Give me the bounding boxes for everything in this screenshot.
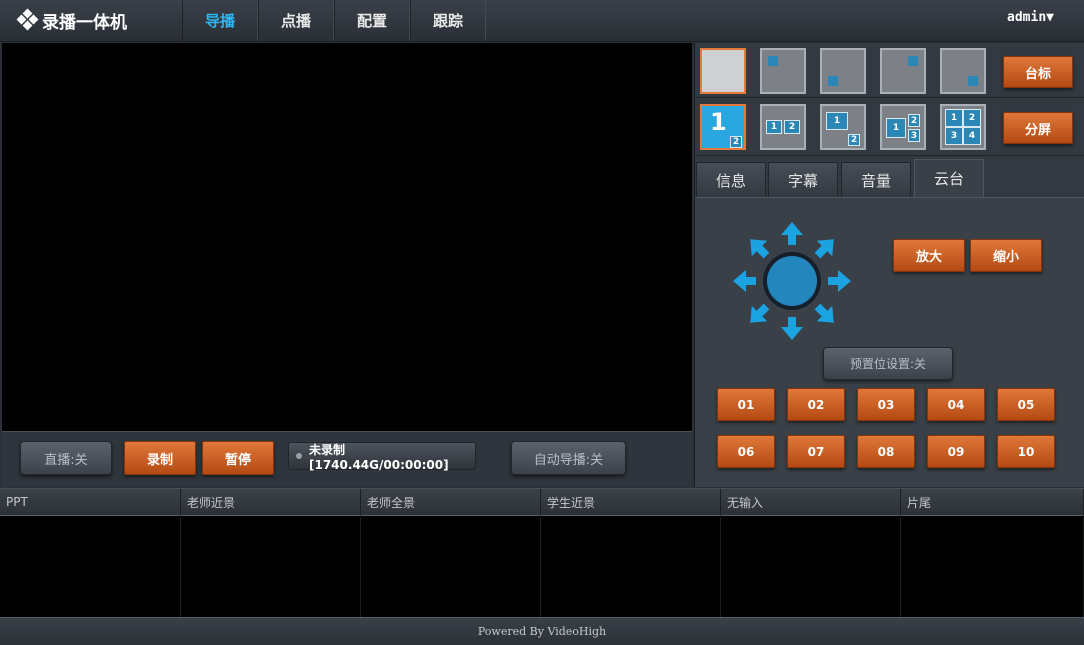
record-status: 未录制[1740.44G/00:00:00] [288, 442, 476, 472]
preset-05-button[interactable]: 05 [997, 388, 1055, 421]
split-number: 2 [908, 114, 920, 127]
position-marker-icon [968, 76, 978, 86]
ptz-tab-panel: 放大 缩小 预置位设置:关 01 02 03 04 05 06 07 08 09… [695, 197, 1084, 487]
channel-header-teacher-wide: 老师全景 [361, 489, 541, 516]
ptz-left-arrow-icon[interactable] [733, 270, 756, 292]
split-number: 2 [848, 134, 860, 146]
user-menu[interactable]: admin▼ [1007, 10, 1054, 25]
split-number: 1 [766, 120, 782, 134]
preset-09-button[interactable]: 09 [927, 435, 985, 468]
ptz-down-left-arrow-icon[interactable] [743, 299, 775, 331]
tab-volume[interactable]: 音量 [841, 162, 911, 197]
tab-subtitle[interactable]: 字幕 [768, 162, 838, 197]
footer: Powered By VideoHigh [0, 617, 1084, 645]
tab-ptz[interactable]: 云台 [914, 159, 984, 197]
channel-preview-teacher-wide[interactable] [361, 517, 541, 618]
layout-bottom-right[interactable] [940, 48, 986, 94]
split-pip[interactable]: 1 2 [820, 104, 866, 150]
nav-vod[interactable]: 点播 [258, 0, 334, 41]
live-toggle-button[interactable]: 直播:关 [20, 441, 112, 475]
split-single[interactable]: 1 2 [700, 104, 746, 150]
channel-preview-student-close[interactable] [541, 517, 721, 618]
preset-07-button[interactable]: 07 [787, 435, 845, 468]
layout-top-left[interactable] [760, 48, 806, 94]
split-two[interactable]: 1 2 [760, 104, 806, 150]
channel-preview-ending[interactable] [901, 517, 1084, 618]
preset-06-button[interactable]: 06 [717, 435, 775, 468]
position-marker-icon [828, 76, 838, 86]
position-marker-icon [768, 56, 778, 66]
split-main-number: 1 [710, 108, 727, 136]
preset-10-button[interactable]: 10 [997, 435, 1055, 468]
header: 录播一体机 导播 点播 配置 跟踪 admin▼ [0, 0, 1084, 42]
channel-preview-ppt[interactable] [0, 517, 181, 618]
app-logo: 录播一体机 [16, 8, 127, 33]
layout-top-right[interactable] [880, 48, 926, 94]
diamond-logo-icon [16, 8, 39, 31]
layout-bottom-left[interactable] [820, 48, 866, 94]
split-three[interactable]: 1 2 3 [880, 104, 926, 150]
right-panel: 台标 1 2 1 2 1 2 1 2 3 1 2 3 4 分屏 放大 缩小 预置… [694, 43, 1084, 487]
channel-header-ending: 片尾 [901, 489, 1084, 516]
nav-tracking[interactable]: 跟踪 [410, 0, 486, 41]
preset-08-button[interactable]: 08 [857, 435, 915, 468]
ptz-joystick [733, 222, 851, 340]
channel-preview-no-input[interactable] [721, 517, 901, 618]
pause-button[interactable]: 暂停 [202, 441, 274, 475]
zoom-out-button[interactable]: 缩小 [970, 239, 1042, 272]
record-button[interactable]: 录制 [124, 441, 196, 475]
video-preview [2, 43, 692, 431]
preset-01-button[interactable]: 01 [717, 388, 775, 421]
ptz-right-arrow-icon[interactable] [828, 270, 851, 292]
logo-button[interactable]: 台标 [1003, 56, 1073, 88]
channel-header-student-close: 学生近景 [541, 489, 721, 516]
nav-config[interactable]: 配置 [334, 0, 410, 41]
split-number: 1 [826, 112, 848, 130]
ptz-up-left-arrow-icon[interactable] [743, 232, 775, 264]
ptz-up-right-arrow-icon[interactable] [810, 232, 842, 264]
split-number: 2 [963, 109, 981, 127]
preset-04-button[interactable]: 04 [927, 388, 985, 421]
divider [695, 97, 1084, 98]
app-title: 录播一体机 [42, 12, 127, 33]
split-number: 3 [945, 127, 963, 145]
tab-info[interactable]: 信息 [696, 162, 766, 197]
split-sub-number: 2 [730, 136, 742, 148]
preset-03-button[interactable]: 03 [857, 388, 915, 421]
channel-strip: PPT 老师近景 老师全景 学生近景 无输入 片尾 [0, 488, 1084, 618]
preset-02-button[interactable]: 02 [787, 388, 845, 421]
channel-preview-teacher-close[interactable] [181, 517, 361, 618]
split-number: 1 [945, 109, 963, 127]
channel-header-no-input: 无输入 [721, 489, 901, 516]
channel-header-ppt: PPT [0, 489, 181, 516]
split-number: 1 [886, 118, 906, 138]
preset-setting-toggle-button[interactable]: 预置位设置:关 [823, 347, 953, 380]
zoom-in-button[interactable]: 放大 [893, 239, 965, 272]
split-number: 4 [963, 127, 981, 145]
ptz-down-arrow-icon[interactable] [781, 317, 803, 340]
ptz-down-right-arrow-icon[interactable] [810, 299, 842, 331]
ptz-center-button[interactable] [767, 256, 817, 306]
auto-director-toggle-button[interactable]: 自动导播:关 [511, 441, 626, 475]
layout-full[interactable] [700, 48, 746, 94]
channel-header-teacher-close: 老师近景 [181, 489, 361, 516]
nav-director[interactable]: 导播 [182, 0, 258, 41]
control-bar: 直播:关 录制 暂停 未录制[1740.44G/00:00:00] 自动导播:关 [2, 431, 692, 487]
split-screen-button[interactable]: 分屏 [1003, 112, 1073, 144]
split-four[interactable]: 1 2 3 4 [940, 104, 986, 150]
divider [695, 155, 1084, 156]
position-marker-icon [908, 56, 918, 66]
ptz-up-arrow-icon[interactable] [781, 222, 803, 245]
split-number: 3 [908, 129, 920, 142]
split-number: 2 [784, 120, 800, 134]
